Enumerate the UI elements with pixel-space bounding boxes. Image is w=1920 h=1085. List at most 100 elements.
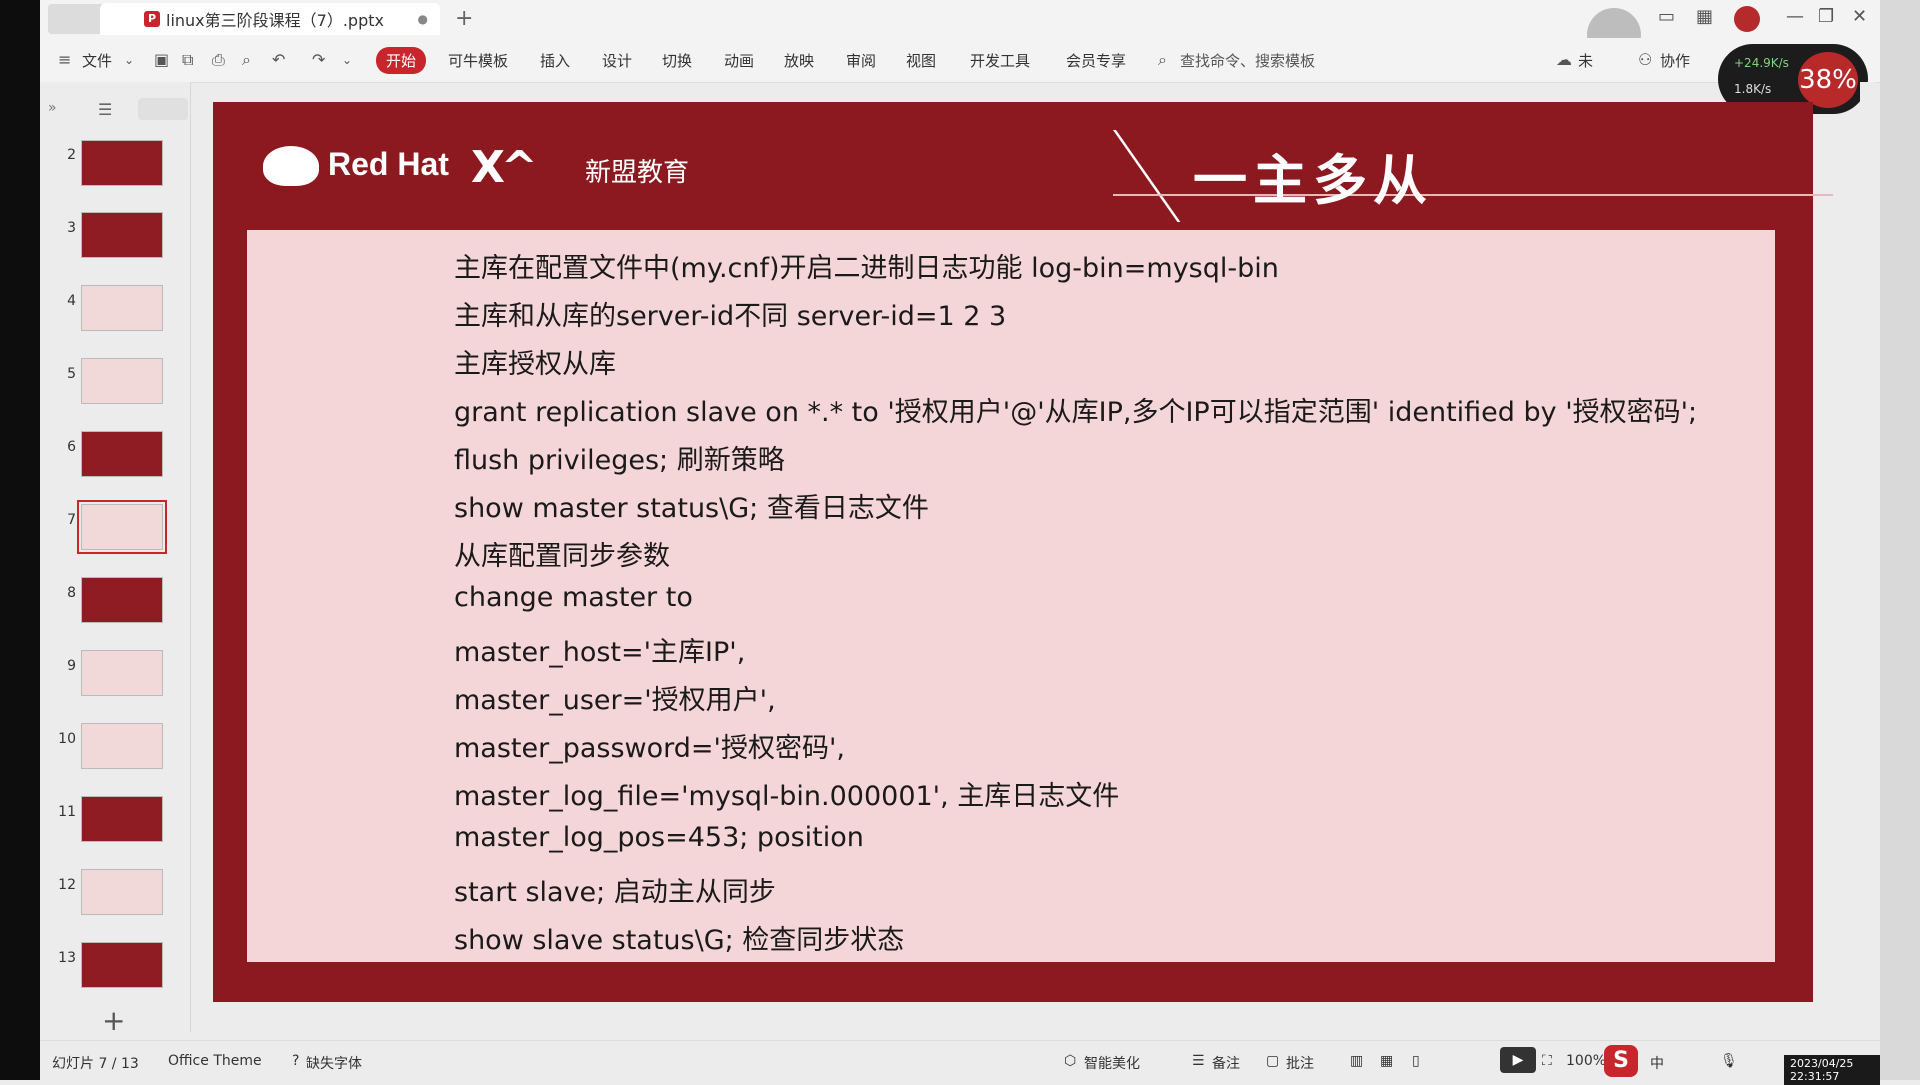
slide-canvas[interactable]: Red Hat X^ 新盟教育 一主多从 主库在配置文件中(my.cnf)开启二… — [213, 102, 1833, 1002]
horizontal-scrollbar[interactable] — [200, 1020, 1850, 1032]
status-bar: 幻灯片 7 / 13 Office Theme ? 缺失字体 ⬡ 智能美化 ☰ … — [40, 1040, 1880, 1085]
comment-icon[interactable]: ▢ — [1266, 1053, 1279, 1069]
content-line: show master status\G; 查看日志文件 — [454, 493, 929, 524]
print-icon[interactable]: ⎙ — [212, 50, 225, 70]
normal-view-icon[interactable]: ▥ — [1350, 1053, 1363, 1069]
content-line: master_host='主库IP', — [454, 637, 746, 668]
missing-font-icon[interactable]: ? — [292, 1053, 299, 1069]
tab-templates[interactable]: 可牛模板 — [448, 50, 508, 71]
account-avatar[interactable] — [1734, 6, 1760, 32]
tab-view[interactable]: 视图 — [906, 50, 936, 71]
tab-slideshow[interactable]: 放映 — [784, 50, 814, 71]
content-line: flush privileges; 刷新策略 — [454, 445, 785, 476]
collab-button[interactable]: 协作 — [1660, 50, 1690, 71]
thumb-number: 10 — [58, 731, 76, 747]
chevron-down-icon[interactable]: ⌄ — [124, 53, 134, 67]
slide-thumbnail[interactable] — [81, 723, 163, 769]
slide-thumbnail[interactable] — [81, 869, 163, 915]
tab-transitions[interactable]: 切换 — [662, 50, 692, 71]
comments-button[interactable]: 批注 — [1286, 1053, 1314, 1073]
slide-thumbnail-selected[interactable] — [77, 500, 167, 554]
sorter-view-icon[interactable]: ▦ — [1380, 1053, 1393, 1069]
slide-thumbnail[interactable] — [81, 140, 163, 186]
tab-review[interactable]: 审阅 — [846, 50, 876, 71]
tab-animations[interactable]: 动画 — [724, 50, 754, 71]
content-line: master_user='授权用户', — [454, 685, 776, 716]
slide-thumbnail[interactable] — [81, 650, 163, 696]
add-slide-button[interactable]: + — [102, 1004, 125, 1037]
collab-user-icon[interactable]: ⚇ — [1638, 50, 1652, 69]
system-datetime: 2023/04/25 22:31:57 — [1784, 1055, 1880, 1085]
slide-thumbnail[interactable] — [81, 431, 163, 477]
tab-developer[interactable]: 开发工具 — [970, 50, 1030, 71]
vertical-scrollbar[interactable] — [1860, 82, 1876, 1032]
close-icon[interactable]: ✕ — [1852, 6, 1867, 27]
hamburger-menu-icon[interactable]: ≡ — [58, 50, 71, 69]
slide-thumbnail[interactable] — [81, 212, 163, 258]
theme-name: Office Theme — [168, 1053, 262, 1069]
tab-insert[interactable]: 插入 — [540, 50, 570, 71]
thumb-number: 11 — [58, 804, 76, 820]
export-icon[interactable]: ⧉ — [182, 50, 193, 70]
content-line: show slave status\G; 检查同步状态 — [454, 925, 905, 956]
content-line: master_log_pos=453; position — [454, 822, 864, 853]
slide-thumbnail[interactable] — [81, 942, 163, 988]
expand-panel-icon[interactable]: » — [48, 100, 57, 116]
notes-button[interactable]: 备注 — [1212, 1053, 1240, 1073]
thumb-number: 7 — [67, 512, 76, 528]
new-tab-button[interactable]: + — [455, 6, 473, 31]
redhat-brand: Red Hat — [328, 146, 449, 182]
tab-home[interactable]: 开始 — [376, 47, 427, 74]
thumb-number: 4 — [67, 293, 76, 309]
content-line: change master to — [454, 582, 693, 613]
left-edge-strip — [0, 0, 40, 1080]
mic-icon[interactable]: 🎙 — [1720, 1053, 1738, 1069]
beautify-icon[interactable]: ⬡ — [1064, 1053, 1076, 1069]
thumb-number: 12 — [58, 877, 76, 893]
unsaved-dot-icon[interactable]: ● — [418, 12, 428, 26]
slide-thumbnail[interactable] — [81, 577, 163, 623]
more-chevron-icon[interactable]: ⌄ — [342, 53, 352, 67]
slide-thumbnail[interactable] — [81, 285, 163, 331]
redo-icon[interactable]: ↷ — [312, 50, 325, 69]
command-search[interactable]: 查找命令、搜索模板 — [1180, 50, 1315, 71]
thumbnail-view-toggle[interactable] — [138, 98, 188, 120]
beautify-button[interactable]: 智能美化 — [1084, 1053, 1140, 1073]
cloud-status[interactable]: 未 — [1578, 50, 1593, 71]
outline-view-icon[interactable]: ☰ — [98, 100, 112, 119]
content-line: 主库和从库的server-id不同 server-id=1 2 3 — [454, 301, 1007, 332]
slide-thumbnail[interactable] — [81, 796, 163, 842]
undo-icon[interactable]: ↶ — [272, 50, 285, 69]
preview-icon[interactable]: ⌕ — [242, 50, 251, 70]
cloud-icon[interactable]: ☁ — [1556, 50, 1572, 69]
sogou-ime-icon[interactable]: S — [1604, 1045, 1638, 1077]
tab-member[interactable]: 会员专享 — [1066, 50, 1126, 71]
slide-thumbnail[interactable] — [81, 358, 163, 404]
thumb-number: 8 — [67, 585, 76, 601]
thumb-number: 6 — [67, 439, 76, 455]
minimize-icon[interactable]: — — [1786, 6, 1804, 27]
document-tab[interactable]: P linux第三阶段课程（7）.pptx ● — [100, 3, 440, 35]
reading-view-icon[interactable]: ▯ — [1412, 1053, 1420, 1069]
notes-icon[interactable]: ☰ — [1192, 1053, 1205, 1069]
play-slideshow-button[interactable]: ▶ — [1500, 1047, 1536, 1073]
save-icon[interactable]: ▣ — [154, 50, 169, 69]
file-menu[interactable]: 文件 — [82, 50, 112, 71]
fit-window-icon[interactable]: ⛶ — [1542, 1053, 1552, 1069]
ime-mode[interactable]: 中 — [1650, 1053, 1664, 1073]
reading-mode-icon[interactable]: ▭ — [1658, 6, 1675, 27]
apps-grid-icon[interactable]: ▦ — [1696, 6, 1713, 27]
tab-design[interactable]: 设计 — [602, 50, 632, 71]
document-tab-title: linux第三阶段课程（7）.pptx — [166, 11, 384, 30]
xinmeng-logo-icon: X^ — [471, 142, 538, 193]
right-edge-strip — [1880, 0, 1920, 1080]
content-line: master_log_file='mysql-bin.000001', 主库日志… — [454, 781, 1120, 812]
missing-font-button[interactable]: 缺失字体 — [306, 1053, 362, 1073]
content-line: grant replication slave on *.* to '授权用户'… — [454, 397, 1698, 428]
title-decoration — [1113, 130, 1181, 222]
zoom-level[interactable]: 100% — [1566, 1053, 1606, 1069]
slide-counter: 幻灯片 7 / 13 — [52, 1056, 139, 1072]
restore-icon[interactable]: ❐ — [1818, 6, 1834, 27]
thumb-number: 2 — [67, 147, 76, 163]
content-box[interactable]: 主库在配置文件中(my.cnf)开启二进制日志功能 log-bin=mysql-… — [247, 230, 1775, 962]
